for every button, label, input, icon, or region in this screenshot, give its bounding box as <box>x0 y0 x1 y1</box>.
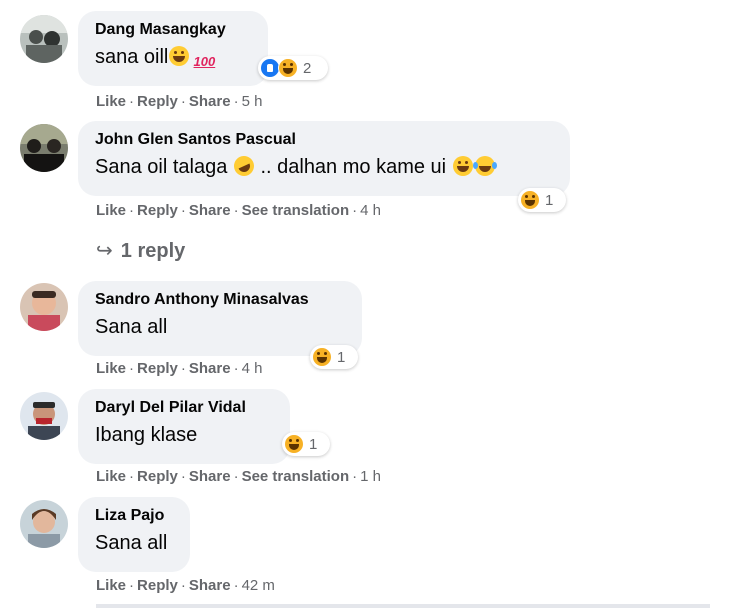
avatar[interactable] <box>20 124 68 172</box>
share-button[interactable]: Share <box>189 93 231 110</box>
share-button[interactable]: Share <box>189 468 231 485</box>
separator: · <box>233 360 239 377</box>
comment-text: Sana all <box>95 532 168 554</box>
see-translation-link[interactable]: See translation <box>242 202 350 219</box>
comment-text-content: sana oill <box>95 46 169 68</box>
haha-reaction-icon <box>278 58 298 78</box>
reply-button[interactable]: Reply <box>137 202 178 219</box>
separator: · <box>180 360 186 377</box>
comment-text: Sana oil talaga .. dalhan mo kame ui <box>95 152 553 180</box>
separator: · <box>129 202 135 219</box>
separator: · <box>180 468 186 485</box>
comment-actions: Like · Reply · Share · 4 h <box>96 360 262 378</box>
reaction-count: 1 <box>337 348 346 366</box>
reply-button[interactable]: Reply <box>137 360 178 377</box>
comment-actions: Like · Reply · Share · See translation · 1 h <box>96 468 381 486</box>
like-reaction-icon <box>260 58 280 78</box>
commenter-name[interactable]: Dang Masangkay <box>95 20 251 40</box>
comment-text-content: Sana oil talaga <box>95 156 228 178</box>
separator: · <box>352 468 358 485</box>
reaction-summary[interactable]: 1 <box>518 188 566 212</box>
separator: · <box>129 468 135 485</box>
grin-emoji-icon <box>169 46 190 66</box>
view-replies-link[interactable]: ↪ 1 reply <box>96 238 185 264</box>
comment-actions: Like · Reply · Share · 42 m <box>96 577 275 595</box>
separator: · <box>180 577 186 594</box>
separator: · <box>129 93 135 110</box>
comment-bubble: Liza Pajo Sana all <box>78 497 190 572</box>
tears-of-joy-emoji-icon <box>472 156 495 176</box>
comment-text-continued: .. dalhan mo kame ui <box>260 156 447 178</box>
comment-actions: Like · Reply · Share · See translation · 4 h <box>96 202 381 220</box>
separator: · <box>233 202 239 219</box>
timestamp[interactable]: 1 h <box>360 468 381 485</box>
reaction-summary[interactable]: 1 <box>282 432 330 456</box>
comment-text: Ibang klase <box>95 424 198 446</box>
avatar[interactable] <box>20 392 68 440</box>
separator: · <box>180 93 186 110</box>
like-button[interactable]: Like <box>96 93 126 110</box>
reply-input-edge <box>96 604 710 608</box>
share-button[interactable]: Share <box>189 202 231 219</box>
haha-reaction-icon <box>312 347 332 367</box>
share-button[interactable]: Share <box>189 577 231 594</box>
share-button[interactable]: Share <box>189 360 231 377</box>
reply-button[interactable]: Reply <box>137 468 178 485</box>
separator: · <box>180 202 186 219</box>
reply-arrow-icon: ↪ <box>96 240 113 262</box>
timestamp[interactable]: 4 h <box>360 202 381 219</box>
commenter-name[interactable]: Liza Pajo <box>95 506 173 526</box>
commenter-name[interactable]: John Glen Santos Pascual <box>95 130 553 150</box>
commenter-name[interactable]: Sandro Anthony Minasalvas <box>95 290 345 310</box>
comment-text: Sana all <box>95 316 168 338</box>
reaction-summary[interactable]: 2 <box>258 56 328 80</box>
separator: · <box>129 360 135 377</box>
separator: · <box>233 93 239 110</box>
separator: · <box>233 577 239 594</box>
rofl-emoji-icon <box>230 152 258 180</box>
reaction-count: 2 <box>303 59 312 77</box>
commenter-name[interactable]: Daryl Del Pilar Vidal <box>95 398 273 418</box>
like-button[interactable]: Like <box>96 202 126 219</box>
avatar[interactable] <box>20 500 68 548</box>
timestamp[interactable]: 4 h <box>242 360 263 377</box>
comment-actions: Like · Reply · Share · 5 h <box>96 93 262 111</box>
comment-bubble: Dang Masangkay sana oill 100 <box>78 11 268 86</box>
comment-bubble: John Glen Santos Pascual Sana oil talaga… <box>78 121 570 196</box>
like-button[interactable]: Like <box>96 577 126 594</box>
timestamp[interactable]: 42 m <box>242 577 275 594</box>
hundred-points-emoji-icon: 100 <box>193 54 216 69</box>
comment-bubble: Daryl Del Pilar Vidal Ibang klase <box>78 389 290 464</box>
reaction-count: 1 <box>545 191 554 209</box>
separator: · <box>233 468 239 485</box>
reply-button[interactable]: Reply <box>137 577 178 594</box>
reaction-summary[interactable]: 1 <box>310 345 358 369</box>
like-button[interactable]: Like <box>96 468 126 485</box>
timestamp[interactable]: 5 h <box>242 93 263 110</box>
reply-button[interactable]: Reply <box>137 93 178 110</box>
separator: · <box>129 577 135 594</box>
avatar[interactable] <box>20 15 68 63</box>
see-translation-link[interactable]: See translation <box>242 468 350 485</box>
replies-count-label: 1 reply <box>120 240 186 262</box>
separator: · <box>352 202 358 219</box>
haha-reaction-icon <box>520 190 540 210</box>
grin-emoji-icon <box>452 156 473 176</box>
like-button[interactable]: Like <box>96 360 126 377</box>
avatar[interactable] <box>20 283 68 331</box>
haha-reaction-icon <box>284 434 304 454</box>
reaction-count: 1 <box>309 435 318 453</box>
comment-text: sana oill 100 <box>95 44 251 72</box>
